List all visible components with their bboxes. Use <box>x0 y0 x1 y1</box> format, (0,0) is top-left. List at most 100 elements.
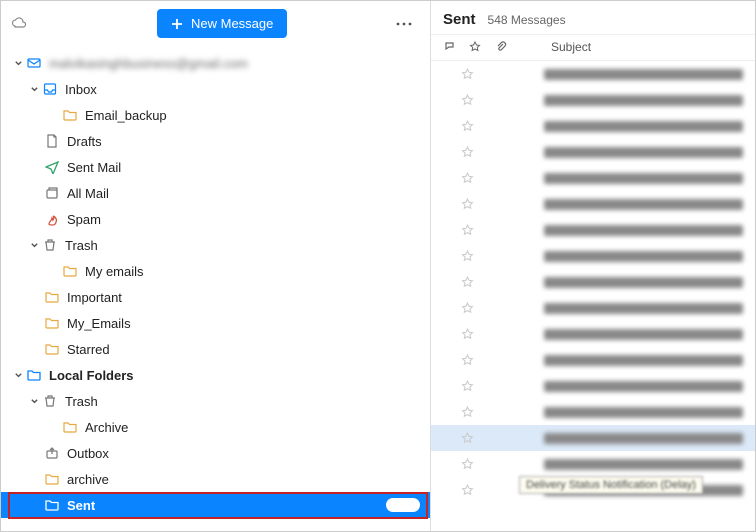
sidebar-toolbar: New Message <box>1 1 430 46</box>
message-row[interactable] <box>431 269 755 295</box>
message-pane: Sent 548 Messages Subject <box>431 1 755 531</box>
spam-icon <box>43 212 61 226</box>
star-icon[interactable] <box>461 432 474 445</box>
message-subject <box>544 381 743 392</box>
message-row[interactable] <box>431 347 755 373</box>
star-icon[interactable] <box>461 276 474 289</box>
attachment-column-icon[interactable] <box>495 41 507 53</box>
message-subject <box>544 225 743 236</box>
star-icon[interactable] <box>461 328 474 341</box>
folder-my-emails-2[interactable]: My_Emails <box>1 310 430 336</box>
star-column-icon[interactable] <box>469 41 481 53</box>
star-icon[interactable] <box>461 406 474 419</box>
message-subject <box>544 95 743 106</box>
new-message-label: New Message <box>191 16 273 31</box>
star-icon[interactable] <box>461 250 474 263</box>
star-icon[interactable] <box>461 380 474 393</box>
message-row[interactable] <box>431 425 755 451</box>
star-icon[interactable] <box>461 172 474 185</box>
folder-outbox[interactable]: Outbox <box>1 440 430 466</box>
message-row[interactable] <box>431 373 755 399</box>
message-subject <box>544 329 743 340</box>
message-row[interactable] <box>431 321 755 347</box>
message-row[interactable] <box>431 113 755 139</box>
message-subject <box>544 303 743 314</box>
star-icon[interactable] <box>461 68 474 81</box>
folder-local-trash[interactable]: Trash <box>1 388 430 414</box>
local-folders-row[interactable]: Local Folders <box>1 362 430 388</box>
folder-archive[interactable]: Archive <box>1 414 430 440</box>
folder-inbox[interactable]: Inbox <box>1 76 430 102</box>
trash-icon <box>41 394 59 408</box>
folder-important[interactable]: Important <box>1 284 430 310</box>
star-icon[interactable] <box>461 146 474 159</box>
message-row[interactable] <box>431 165 755 191</box>
more-menu-button[interactable] <box>388 18 420 30</box>
new-message-button[interactable]: New Message <box>157 9 287 38</box>
message-subject <box>544 69 743 80</box>
message-row[interactable] <box>431 139 755 165</box>
message-row[interactable] <box>431 87 755 113</box>
folder-label: Drafts <box>67 134 420 149</box>
star-icon[interactable] <box>461 224 474 237</box>
folder-drafts[interactable]: Drafts <box>1 128 430 154</box>
message-subject <box>544 355 743 366</box>
message-subject <box>544 199 743 210</box>
star-icon[interactable] <box>461 484 474 497</box>
folder-icon <box>43 317 61 329</box>
folder-sent-mail[interactable]: Sent Mail <box>1 154 430 180</box>
message-row[interactable] <box>431 191 755 217</box>
message-row[interactable] <box>431 217 755 243</box>
folder-starred[interactable]: Starred <box>1 336 430 362</box>
folder-label: My emails <box>85 264 420 279</box>
outbox-icon <box>43 446 61 460</box>
message-row[interactable] <box>431 451 755 477</box>
message-subject <box>544 173 743 184</box>
folder-label: Starred <box>67 342 420 357</box>
star-icon[interactable] <box>461 458 474 471</box>
message-row[interactable] <box>431 399 755 425</box>
folder-label: Archive <box>85 420 420 435</box>
message-row[interactable] <box>431 295 755 321</box>
message-subject <box>544 407 743 418</box>
folder-archive-2[interactable]: archive <box>1 466 430 492</box>
folder-trash[interactable]: Trash <box>1 232 430 258</box>
folder-label: Sent Mail <box>67 160 420 175</box>
folder-spam[interactable]: Spam <box>1 206 430 232</box>
thread-column-icon[interactable] <box>443 41 455 53</box>
folder-icon <box>43 291 61 303</box>
star-icon[interactable] <box>461 94 474 107</box>
folder-icon <box>43 473 61 485</box>
folder-label: All Mail <box>67 186 420 201</box>
message-list[interactable]: Delivery Status Notification (Delay) <box>431 61 755 531</box>
local-folders-icon <box>25 369 43 381</box>
star-icon[interactable] <box>461 302 474 315</box>
folder-label: Trash <box>65 238 420 253</box>
folder-title: Sent <box>443 11 476 28</box>
unread-count-badge: 548 <box>386 498 420 512</box>
message-subject <box>544 251 743 262</box>
folder-label: Sent <box>67 498 386 513</box>
folder-label: Spam <box>67 212 420 227</box>
folder-icon <box>61 421 79 433</box>
star-icon[interactable] <box>461 120 474 133</box>
folder-all-mail[interactable]: All Mail <box>1 180 430 206</box>
account-email: malvikasinghbusiness@gmail.com <box>49 56 420 71</box>
folder-email-backup[interactable]: Email_backup <box>1 102 430 128</box>
drafts-icon <box>43 134 61 148</box>
folder-icon <box>61 109 79 121</box>
all-mail-icon <box>43 186 61 200</box>
subject-column-header[interactable]: Subject <box>551 40 591 54</box>
folder-sent[interactable]: Sent 548 <box>1 492 430 518</box>
sent-icon <box>43 160 61 174</box>
folder-icon <box>43 343 61 355</box>
account-row[interactable]: malvikasinghbusiness@gmail.com <box>1 50 430 76</box>
star-icon[interactable] <box>461 198 474 211</box>
folder-my-emails[interactable]: My emails <box>1 258 430 284</box>
message-row[interactable] <box>431 243 755 269</box>
star-icon[interactable] <box>461 354 474 367</box>
cloud-sync-icon[interactable] <box>11 16 27 32</box>
message-row[interactable] <box>431 61 755 87</box>
folder-label: Important <box>67 290 420 305</box>
folder-label: Email_backup <box>85 108 420 123</box>
